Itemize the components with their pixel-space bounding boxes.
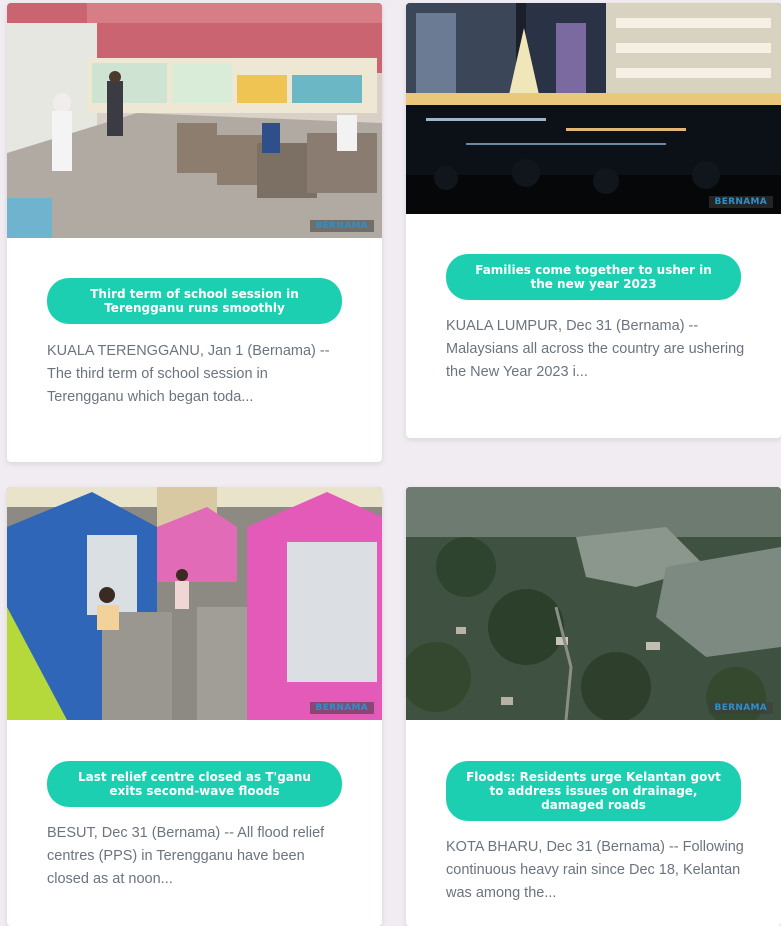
bernama-watermark: BERNAMA <box>309 220 374 232</box>
classroom-image <box>7 3 382 238</box>
news-card[interactable]: BERNAMA Last relief centre closed as T'g… <box>7 487 382 926</box>
new-year-night-photo[interactable]: BERNAMA <box>406 3 781 214</box>
news-card[interactable]: BERNAMA Families come together to usher … <box>406 3 781 438</box>
tents-image <box>7 487 382 720</box>
article-title-link[interactable]: Families come together to usher in the n… <box>446 254 741 300</box>
relief-centre-tents-photo[interactable]: BERNAMA <box>7 487 382 720</box>
aerial-flood-photo[interactable]: BERNAMA <box>406 487 781 720</box>
article-excerpt: KUALA TERENGGANU, Jan 1 (Bernama) -- The… <box>47 343 330 405</box>
article-title-link[interactable]: Last relief centre closed as T'ganu exit… <box>47 761 342 807</box>
city-night-image <box>406 3 781 214</box>
article-title-link[interactable]: Floods: Residents urge Kelantan govt to … <box>446 761 741 821</box>
news-card[interactable]: BERNAMA Floods: Residents urge Kelantan … <box>406 487 781 926</box>
news-card[interactable]: BERNAMA Third term of school session in … <box>7 3 382 462</box>
bernama-watermark: BERNAMA <box>708 196 773 208</box>
article-excerpt: BESUT, Dec 31 (Bernama) -- All flood rel… <box>47 825 325 887</box>
article-excerpt: KUALA LUMPUR, Dec 31 (Bernama) -- Malays… <box>446 318 745 380</box>
classroom-photo[interactable]: BERNAMA <box>7 3 382 238</box>
article-excerpt: KOTA BHARU, Dec 31 (Bernama) -- Followin… <box>446 839 744 901</box>
aerial-flood-image <box>406 487 781 720</box>
article-title-link[interactable]: Third term of school session in Terengga… <box>47 278 342 324</box>
bernama-watermark: BERNAMA <box>708 702 773 714</box>
bernama-watermark: BERNAMA <box>309 702 374 714</box>
